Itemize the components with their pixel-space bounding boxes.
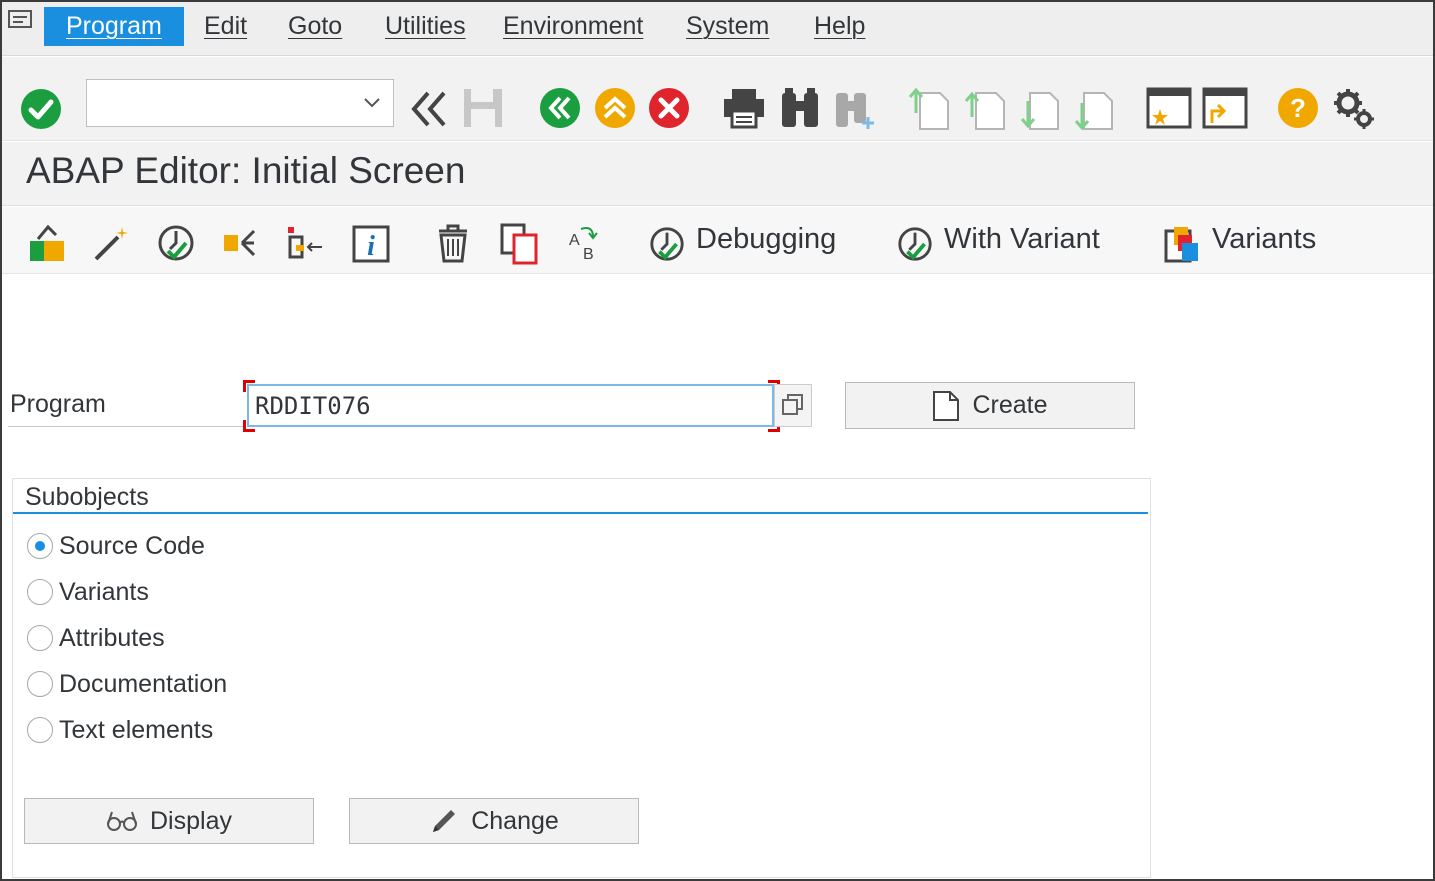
program-input[interactable] [247,384,774,427]
menu-edit[interactable]: Edit [204,7,247,46]
program-label: Program [10,390,106,418]
menu-program[interactable]: Program [44,7,184,46]
first-page-icon[interactable] [908,87,952,131]
value-help-button[interactable] [774,384,812,427]
check-icon[interactable] [156,223,196,263]
radio-variants[interactable]: Variants [27,575,149,609]
svg-text:A: A [569,232,580,249]
sap-window: Program Edit Goto Utilities Environment … [0,0,1435,881]
application-toolbar: i A B Debugging With Variant Variants [2,207,1433,274]
svg-text:i: i [367,231,375,262]
menu-help[interactable]: Help [814,7,865,46]
debugging-button[interactable]: Debugging [696,223,836,256]
where-used-icon[interactable] [222,223,262,263]
enter-icon[interactable] [20,88,62,130]
variants-button[interactable]: Variants [1212,223,1316,256]
radio-attributes[interactable]: Attributes [27,621,165,655]
previous-page-icon[interactable] [964,87,1008,131]
with-variant-icon[interactable] [896,225,934,263]
page-title: ABAP Editor: Initial Screen [26,150,466,191]
customize-layout-icon[interactable] [1332,87,1376,131]
radio-text-elements[interactable]: Text elements [27,713,213,747]
menu-system[interactable]: System [686,7,769,46]
radio-label: Documentation [59,669,228,698]
radio-label: Text elements [59,715,214,744]
required-marker [243,420,255,432]
system-menu-icon[interactable] [8,10,36,32]
copy-icon[interactable] [500,223,540,265]
command-field[interactable] [86,79,394,127]
find-next-icon[interactable] [834,87,878,129]
other-object-icon[interactable] [28,223,68,263]
info-icon[interactable]: i [352,225,390,263]
value-help-icon [782,394,803,415]
back-double-icon[interactable] [408,89,450,129]
new-document-icon [933,390,960,421]
find-icon[interactable] [780,87,820,129]
display-button-label: Display [150,806,232,835]
rename-icon[interactable]: A B [567,223,603,263]
object-list-icon[interactable] [286,223,326,263]
title-bar: ABAP Editor: Initial Screen [2,142,1433,206]
menu-bar: Program Edit Goto Utilities Environment … [2,2,1433,56]
program-label-underline [8,426,244,427]
standard-toolbar: ? [2,57,1433,141]
subobjects-title: Subobjects [25,483,149,511]
radio-button[interactable] [27,625,53,651]
radio-source-code[interactable]: Source Code [27,529,205,563]
create-session-icon[interactable] [1146,87,1192,129]
radio-button[interactable] [27,533,53,559]
radio-label: Attributes [59,623,165,652]
variants-icon[interactable] [1164,225,1204,265]
menu-environment[interactable]: Environment [503,7,643,46]
radio-button[interactable] [27,579,53,605]
magic-wand-icon[interactable] [92,223,132,263]
chevron-down-icon[interactable] [363,97,381,109]
with-variant-button[interactable]: With Variant [944,223,1100,256]
help-icon[interactable]: ? [1277,87,1319,129]
back-icon[interactable] [539,87,581,129]
change-button[interactable]: Change [349,798,639,844]
print-icon[interactable] [722,87,766,129]
radio-label: Source Code [59,531,205,560]
menu-utilities[interactable]: Utilities [385,7,466,46]
radio-label: Variants [59,577,149,606]
cancel-icon[interactable] [648,87,690,129]
group-divider [13,512,1148,514]
svg-text:B: B [583,246,594,263]
save-icon[interactable] [462,87,504,129]
glasses-icon [107,811,137,831]
debugging-icon[interactable] [648,225,686,263]
pencil-icon [433,810,456,832]
menu-goto[interactable]: Goto [288,7,342,46]
radio-documentation[interactable]: Documentation [27,667,227,701]
last-page-icon[interactable] [1072,87,1116,131]
radio-button[interactable] [27,717,53,743]
exit-icon[interactable] [594,87,636,129]
svg-text:?: ? [1290,93,1306,123]
required-marker [243,380,255,392]
display-button[interactable]: Display [24,798,314,844]
radio-button[interactable] [27,671,53,697]
create-button[interactable]: Create [845,382,1135,429]
next-page-icon[interactable] [1018,87,1062,131]
create-button-label: Create [972,391,1048,419]
shortcut-icon[interactable] [1202,87,1248,129]
delete-icon[interactable] [435,223,471,263]
change-button-label: Change [471,806,559,835]
